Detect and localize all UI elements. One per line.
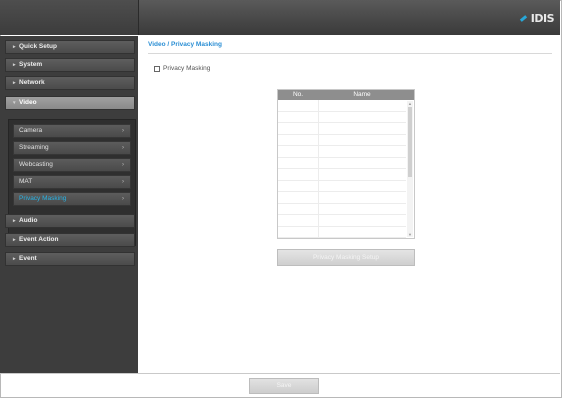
table-row[interactable] — [278, 123, 406, 135]
sidebar-item-event-action[interactable]: ▸ Event Action — [5, 233, 135, 247]
submenu-item-webcasting[interactable]: Webcasting › — [13, 158, 131, 172]
scroll-up-icon[interactable]: ▲ — [407, 101, 413, 106]
table-header: No. Name — [278, 90, 414, 100]
table-row[interactable] — [278, 157, 406, 169]
table-row[interactable] — [278, 192, 406, 204]
save-button[interactable]: Save — [249, 378, 319, 394]
enable-checkbox[interactable] — [154, 65, 160, 72]
top-bar-left — [0, 0, 139, 35]
table-row[interactable] — [278, 180, 406, 192]
table-row[interactable] — [278, 111, 406, 123]
table-row[interactable] — [278, 215, 406, 227]
privacy-masking-setup-button[interactable]: Privacy Masking Setup — [277, 249, 415, 266]
submenu-item-mat[interactable]: MAT › — [13, 175, 131, 189]
table-row[interactable] — [278, 146, 406, 158]
sidebar-item-audio[interactable]: ▸ Audio — [5, 214, 135, 228]
sidebar-item-label: Quick Setup — [19, 43, 57, 50]
sidebar-item-label: Network — [19, 79, 45, 86]
sidebar-item-label: Video — [19, 99, 37, 106]
table-row[interactable] — [278, 100, 406, 112]
table-scrollbar[interactable]: ▲ ▼ — [407, 101, 413, 237]
chevron-right-icon: › — [122, 196, 124, 202]
table-row[interactable] — [278, 203, 406, 215]
submenu-item-streaming[interactable]: Streaming › — [13, 141, 131, 155]
sidebar-item-quick-setup[interactable]: ▸ Quick Setup — [5, 40, 135, 54]
privacy-masking-enable[interactable]: Privacy Masking — [154, 65, 210, 72]
sidebar-item-label: System — [19, 61, 43, 68]
enable-label: Privacy Masking — [163, 65, 211, 72]
sidebar-item-label: Event — [19, 255, 37, 262]
scrollbar-thumb[interactable] — [408, 107, 412, 177]
submenu-item-label: Privacy Masking — [19, 195, 67, 202]
submenu-item-label: Streaming — [19, 144, 49, 151]
mask-list-table: No. Name ▲ ▼ — [277, 89, 415, 239]
sidebar-item-video[interactable]: ▾ Video — [5, 96, 135, 110]
sidebar-item-event[interactable]: ▸ Event — [5, 252, 135, 266]
chevron-right-icon: › — [122, 179, 124, 185]
scroll-down-icon[interactable]: ▼ — [407, 232, 413, 237]
submenu-item-privacy-masking[interactable]: Privacy Masking › — [13, 192, 131, 206]
main-content: Video / Privacy Masking Privacy Masking … — [142, 36, 558, 373]
top-bar: IDIS — [0, 0, 560, 35]
breadcrumb: Video / Privacy Masking — [148, 41, 222, 48]
submenu-item-camera[interactable]: Camera › — [13, 124, 131, 138]
table-row[interactable] — [278, 169, 406, 181]
sidebar-item-label: Event Action — [19, 236, 59, 243]
submenu-item-label: MAT — [19, 178, 33, 185]
chevron-right-icon: › — [122, 145, 124, 151]
footer-divider — [0, 373, 560, 374]
table-row[interactable] — [278, 226, 406, 238]
logo-mark-icon — [520, 14, 529, 23]
submenu-item-label: Camera — [19, 127, 43, 134]
logo-text: IDIS — [530, 11, 555, 25]
chevron-right-icon: › — [122, 128, 124, 134]
submenu-item-label: Webcasting — [19, 161, 53, 168]
brand-logo: IDIS — [520, 10, 555, 26]
column-header-no: No. — [292, 91, 304, 98]
divider — [148, 53, 552, 54]
table-body — [278, 100, 406, 238]
sidebar: ▸ Quick Setup ▸ System ▸ Network ▾ Video Cam… — [0, 36, 138, 373]
sidebar-item-system[interactable]: ▸ System — [5, 58, 135, 72]
table-row[interactable] — [278, 134, 406, 146]
sidebar-item-label: Audio — [19, 217, 38, 224]
chevron-right-icon: › — [122, 162, 124, 168]
column-header-name: Name — [353, 91, 371, 98]
sidebar-item-network[interactable]: ▸ Network — [5, 76, 135, 90]
